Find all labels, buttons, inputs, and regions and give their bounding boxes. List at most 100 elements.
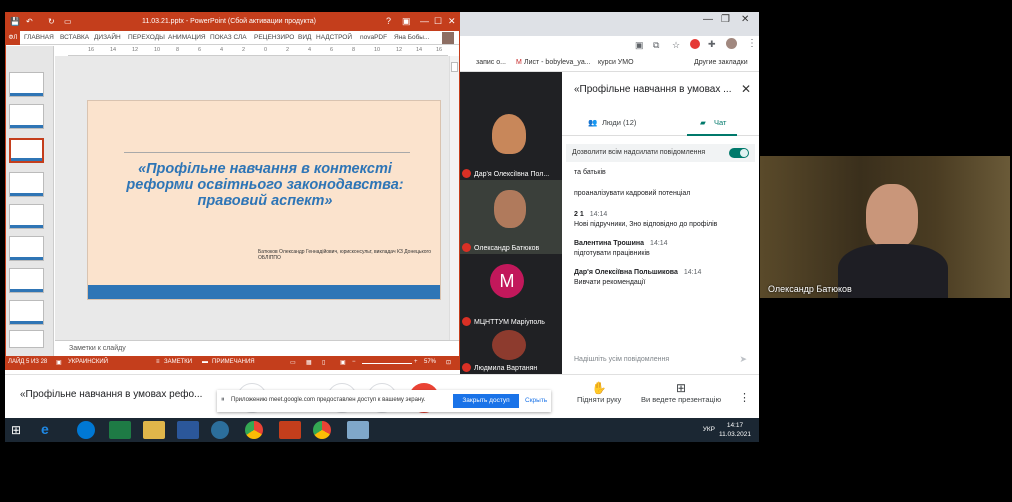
slide-thumbnail-selected[interactable] xyxy=(9,138,44,163)
reading-view-icon[interactable]: ▯ xyxy=(322,359,325,366)
tab-insert[interactable]: ВСТАВКА xyxy=(60,34,89,41)
bookmark-item[interactable]: курси УМО xyxy=(598,59,634,66)
help-icon[interactable]: ? xyxy=(386,16,391,26)
ruler-number: 12 xyxy=(396,47,403,53)
windows-start-icon[interactable]: ⊞ xyxy=(11,423,25,437)
word-icon[interactable] xyxy=(177,421,199,439)
profile-avatar[interactable] xyxy=(726,38,737,49)
redo-icon[interactable]: ↻ xyxy=(48,17,55,26)
slideshow-icon[interactable]: ▭ xyxy=(64,17,72,26)
language-indicator[interactable]: УКР xyxy=(703,426,715,433)
vertical-scrollbar[interactable] xyxy=(449,56,459,340)
camera-icon[interactable]: ▣ xyxy=(635,40,644,51)
powerpoint-title: 11.03.21.pptx - PowerPoint (Сбой активац… xyxy=(142,18,316,25)
scroll-thumb[interactable] xyxy=(451,62,458,72)
tab-home[interactable]: ГЛАВНАЯ xyxy=(24,34,54,41)
chrome-icon[interactable] xyxy=(313,421,331,439)
tab-file[interactable]: ФЛ xyxy=(6,31,20,45)
sorter-view-icon[interactable]: ▦ xyxy=(306,359,312,366)
slide-thumbnail[interactable] xyxy=(9,330,44,348)
slide-title[interactable]: «Профільне навчання в контексті реформи … xyxy=(108,161,422,209)
tab-view[interactable]: ВИД xyxy=(298,34,311,41)
pinned-participant-video[interactable]: Олександр Батюков xyxy=(760,156,1010,298)
bookmark-item[interactable]: запис о... xyxy=(476,59,506,66)
bookmark-item[interactable]: Лист - bobyleva_ya... xyxy=(524,59,591,66)
slide-thumbnail[interactable] xyxy=(9,72,44,97)
extension-icon[interactable] xyxy=(690,39,700,49)
maximize-icon[interactable]: ☐ xyxy=(434,16,442,27)
spellcheck-icon[interactable]: ▣ xyxy=(56,359,62,366)
folder-icon[interactable] xyxy=(143,421,165,439)
slide-thumbnail[interactable] xyxy=(9,268,44,293)
account-name[interactable]: Яна Бобы... xyxy=(394,34,429,41)
participant-tile[interactable]: Олександр Батюков xyxy=(460,180,562,254)
language-status[interactable]: УКРАИНСКИЙ xyxy=(68,359,108,365)
meeting-title[interactable]: «Профільне навчання в умовах рефо... xyxy=(20,389,202,400)
tab-design[interactable]: ДИЗАЙН xyxy=(94,34,121,41)
slideshow-view-icon[interactable]: ▣ xyxy=(340,359,346,366)
participant-tile[interactable]: M МЦНТТУМ Маріуполь xyxy=(460,254,562,328)
tab-chat[interactable]: Чат xyxy=(714,118,726,127)
hide-notification-link[interactable]: Скрыть xyxy=(525,397,547,404)
close-icon[interactable]: ✕ xyxy=(741,14,749,25)
excel-icon[interactable] xyxy=(109,421,131,439)
normal-view-icon[interactable]: ▭ xyxy=(290,359,296,366)
zoom-level[interactable]: 57% xyxy=(424,359,436,365)
globe-icon[interactable] xyxy=(211,421,229,439)
tab-animation[interactable]: АНИМАЦИЯ xyxy=(168,34,206,41)
undo-icon[interactable]: ↶ xyxy=(26,17,33,26)
slide-thumbnail[interactable] xyxy=(9,300,44,325)
tab-people[interactable]: Люди (12) xyxy=(602,118,636,127)
account-avatar[interactable] xyxy=(442,32,454,44)
save-icon[interactable]: 💾 xyxy=(10,17,20,26)
zoom-slider[interactable] xyxy=(362,363,412,364)
notes-toggle[interactable]: ЗАМЕТКИ xyxy=(164,359,192,365)
clock-date: 11.03.2021 xyxy=(718,431,751,438)
tab-addins[interactable]: НАДСТРОЙ xyxy=(316,34,352,41)
minimize-icon[interactable]: — xyxy=(420,16,429,26)
powerpoint-icon[interactable] xyxy=(279,421,301,439)
slide-author[interactable]: Батюков Олександр Геннадійович, юрисконс… xyxy=(258,249,440,261)
fit-slide-icon[interactable]: ⊡ xyxy=(446,359,451,366)
tab-novapdf[interactable]: novaPDF xyxy=(360,34,387,41)
slide-thumbnail[interactable] xyxy=(9,104,44,129)
zoom-in-icon[interactable]: + xyxy=(414,359,418,365)
stop-sharing-button[interactable]: Закрыть доступ xyxy=(453,394,519,408)
ribbon-options-icon[interactable]: ▣ xyxy=(402,16,411,27)
star-icon[interactable]: ☆ xyxy=(672,40,680,51)
clock[interactable]: 14:17 11.03.2021 xyxy=(719,421,751,439)
tab-review[interactable]: РЕЦЕНЗИРО xyxy=(254,34,294,41)
participant-face xyxy=(866,184,918,248)
puzzle-icon[interactable]: ✚ xyxy=(708,39,716,50)
slide-thumbnail[interactable] xyxy=(9,204,44,229)
close-icon[interactable]: ✕ xyxy=(448,16,456,27)
minimize-icon[interactable]: — xyxy=(703,14,713,25)
maximize-icon[interactable]: ❐ xyxy=(721,14,730,25)
comments-toggle[interactable]: ПРИМЕЧАНИЯ xyxy=(212,359,255,365)
presenting-button[interactable]: ⊞ Ви ведете презентацію xyxy=(641,381,721,404)
share-icon[interactable]: ⧉ xyxy=(653,40,659,51)
send-icon[interactable]: ➤ xyxy=(739,354,747,365)
allow-messages-toggle[interactable] xyxy=(729,148,749,158)
edge-icon[interactable] xyxy=(77,421,95,439)
app-icon[interactable] xyxy=(347,421,369,439)
menu-icon[interactable]: ⋮ xyxy=(747,38,757,49)
raise-hand-button[interactable]: ✋ Підняти руку xyxy=(577,381,621,404)
bookmark-item[interactable]: Другие закладки xyxy=(694,59,748,66)
slide-thumbnail[interactable] xyxy=(9,236,44,261)
current-slide[interactable]: «Профільне навчання в контексті реформи … xyxy=(87,100,441,300)
more-options-icon[interactable]: ⋮ xyxy=(739,391,750,404)
tab-slideshow[interactable]: ПОКАЗ СЛА xyxy=(210,34,247,41)
chrome-icon[interactable] xyxy=(245,421,263,439)
chat-message-input[interactable]: Надішліть усім повідомлення xyxy=(574,356,669,363)
notes-pane[interactable]: Заметки к слайду xyxy=(55,340,459,356)
tab-transitions[interactable]: ПЕРЕХОДЫ xyxy=(128,34,165,41)
participant-tile[interactable]: Людмила Вартанян xyxy=(460,328,562,374)
ie-icon[interactable]: e xyxy=(41,421,63,439)
chat-panel-title: «Профільне навчання в умовах ... xyxy=(574,84,732,95)
slide-thumbnail[interactable] xyxy=(9,172,44,197)
close-icon[interactable]: ✕ xyxy=(741,82,751,96)
participant-tile[interactable]: Дар'я Олексіївна Пол... xyxy=(460,106,562,180)
zoom-out-icon[interactable]: − xyxy=(352,359,356,365)
participant-name: Олександр Батюков xyxy=(768,284,852,294)
